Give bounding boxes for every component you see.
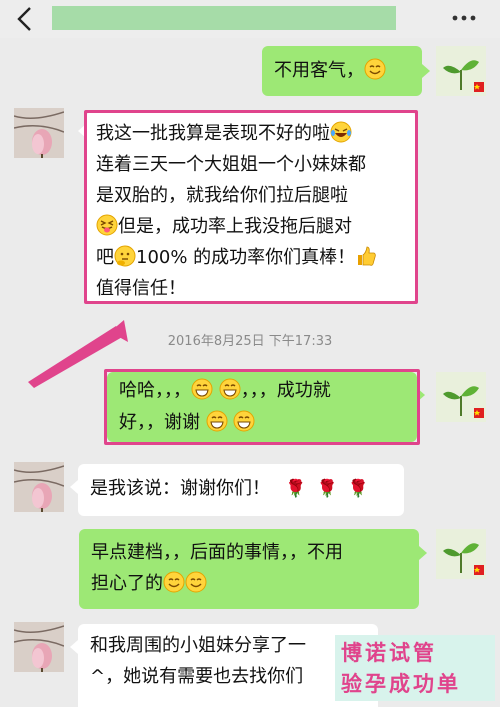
more-dots-icon[interactable] [452,14,476,22]
grin-emoji-icon [233,410,255,432]
message-line: 好，，谢谢 [119,412,200,433]
tongue-wink-emoji-icon [96,214,118,236]
message-bubble-outgoing[interactable]: 不用客气， [262,46,422,96]
message-line: 早点建档，，后面的事情，，不用 [91,542,343,563]
message-line: 连着三天一个大姐姐一个小妹妹都 [96,154,366,175]
smile-emoji-icon [163,571,185,593]
message-line: 和我周围的小姐妹分享了一 [90,635,306,656]
message-text: 不用客气， [274,60,364,81]
back-chevron-icon[interactable] [14,6,36,32]
avatar-self[interactable] [436,372,486,422]
message-bubble-incoming[interactable]: 是我该说：谢谢你们！ 🌹🌹🌹 [78,464,404,516]
smile-emoji-icon [364,58,386,80]
message-line: 哈哈，，， [119,380,191,401]
top-bar [0,0,500,38]
message-bubble-incoming[interactable]: 和我周围的小姐妹分享了一 ^，她说有需要也去找你们 [78,624,378,707]
message-line: ，，，成功就 [240,380,331,401]
thinking-emoji-icon [114,245,136,267]
timestamp: 2016年8月25日 下午17:33 [167,334,333,349]
smile-emoji-icon [185,571,207,593]
message-line: 值得信任！ [96,278,186,299]
grin-emoji-icon [219,378,241,400]
laugh-cry-emoji-icon [330,121,352,143]
watermark-line: 博诺试管 [341,640,437,665]
grin-emoji-icon [206,410,228,432]
grin-emoji-icon [191,378,213,400]
message-line: 我这一批我算是表现不好的啦 [96,123,330,144]
thumbs-up-emoji-icon [358,246,376,266]
message-bubble-outgoing[interactable]: 哈哈，，， ，，，成功就 好，，谢谢 [107,372,417,442]
watermark-line: 验孕成功单 [341,671,461,696]
message-line: 但是，成功率上我没拖后腿对 [118,216,352,237]
message-line: 担心了的 [91,573,163,594]
avatar-self[interactable] [436,46,486,96]
chat-title-redacted [52,6,396,30]
message-line: 是双胎的，就我给你们拉后腿啦 [96,185,348,206]
avatar-contact[interactable] [14,462,64,512]
message-text: 是我该说：谢谢你们！ [90,478,270,499]
message-bubble-outgoing[interactable]: 早点建档，，后面的事情，，不用 担心了的 [79,529,419,609]
message-bubble-incoming[interactable]: 我这一批我算是表现不好的啦 连着三天一个大姐姐一个小妹妹都 是双胎的，就我给你们… [86,112,416,302]
message-line: 吧 [96,247,114,268]
message-line: 100% 的成功率你们真棒！ [136,247,356,268]
avatar-self[interactable] [436,529,486,579]
message-line: ^，她说有需要也去找你们 [90,666,304,687]
avatar-contact[interactable] [14,108,64,158]
avatar-contact[interactable] [14,622,64,672]
watermark: 博诺试管 验孕成功单 [335,635,495,701]
rose-emoji-icons: 🌹🌹🌹 [270,479,379,499]
